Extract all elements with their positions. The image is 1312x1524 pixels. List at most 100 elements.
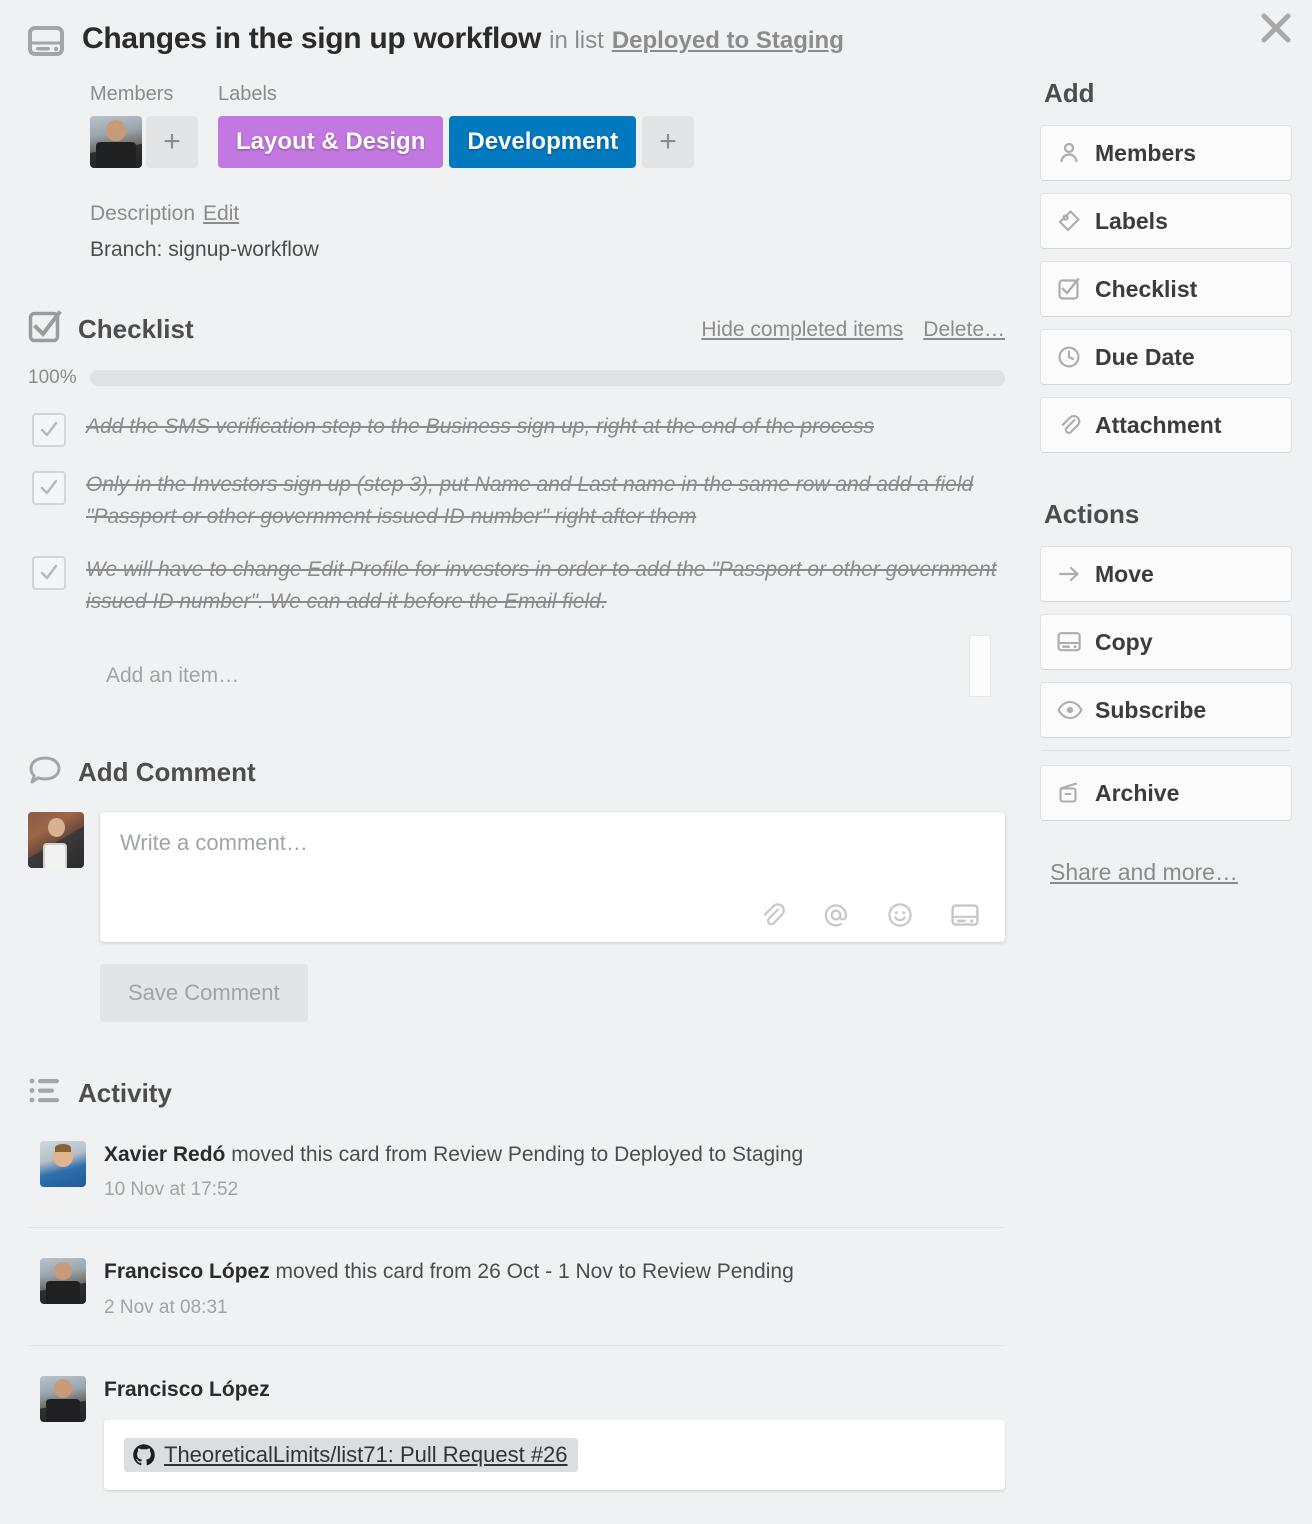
activity-entry-text: Francisco López moved this card from 26 …: [104, 1258, 1005, 1286]
card-meta-row: Members + Labels Layout & Design Develop…: [0, 61, 1030, 168]
label-chip[interactable]: Layout & Design: [218, 116, 443, 168]
github-pull-request-link[interactable]: TheoreticalLimits/list71: Pull Request #…: [164, 1442, 568, 1468]
activity-comment-box: TheoreticalLimits/list71: Pull Request #…: [104, 1420, 1005, 1490]
checklist-item-label[interactable]: Add the SMS verification step to the Bus…: [86, 411, 874, 447]
add-label-button[interactable]: +: [642, 116, 694, 168]
activity-entry-body: Francisco López moved this card from 26 …: [104, 1258, 1005, 1318]
activity-entry-body: Xavier Redó moved this card from Review …: [104, 1141, 1005, 1201]
save-comment-button[interactable]: Save Comment: [100, 964, 308, 1022]
checklist-item-label[interactable]: Only in the Investors sign up (step 3), …: [86, 469, 1005, 532]
add-comment-section: Add Comment Write a comment…: [0, 705, 1005, 1022]
avatar[interactable]: [40, 1141, 86, 1187]
card-sidebar: Add MembersLabelsChecklistDue DateAttach…: [1040, 78, 1292, 886]
avatar[interactable]: [40, 1376, 86, 1422]
attachment-icon: [1057, 413, 1087, 437]
sidebar-button-attachment[interactable]: Attachment: [1040, 397, 1292, 453]
members-title: Members: [90, 83, 198, 106]
emoji-icon[interactable]: [887, 902, 913, 928]
checklist-item: Only in the Investors sign up (step 3), …: [28, 469, 1005, 532]
sidebar-button-checklist[interactable]: Checklist: [1040, 261, 1292, 317]
activity-entry-body: Francisco López TheoreticalLimits/list71:…: [104, 1376, 1005, 1490]
sidebar-button-label: Attachment: [1095, 412, 1222, 439]
checklist-item: We will have to change Edit Profile for …: [28, 554, 1005, 617]
sidebar-button-label: Members: [1095, 140, 1196, 167]
comment-input-placeholder[interactable]: Write a comment…: [120, 830, 985, 856]
description-body[interactable]: Branch: signup-workflow: [90, 238, 1030, 262]
tag-icon: [1057, 209, 1087, 233]
checklist-item-label[interactable]: We will have to change Edit Profile for …: [86, 554, 1005, 617]
card-detail-window: Changes in the sign up workflow in list …: [0, 0, 1312, 1524]
checklist-item-checkbox[interactable]: [32, 556, 66, 590]
sidebar-button-label: Move: [1095, 561, 1154, 588]
checklist-item-checkbox[interactable]: [32, 413, 66, 447]
sidebar-button-label: Copy: [1095, 629, 1153, 656]
add-member-button[interactable]: +: [146, 116, 198, 168]
labels-block: Labels Layout & Design Development +: [218, 83, 694, 168]
sidebar-button-label: Labels: [1095, 208, 1168, 235]
sidebar-button-due-date[interactable]: Due Date: [1040, 329, 1292, 385]
progress-track: [90, 370, 1005, 386]
close-button[interactable]: [1254, 8, 1298, 52]
archive-icon: [1057, 781, 1087, 805]
in-list-label: in list: [549, 27, 604, 54]
attachment-icon[interactable]: [759, 902, 785, 928]
sidebar-button-subscribe[interactable]: Subscribe: [1040, 682, 1292, 738]
close-icon: [1259, 11, 1293, 50]
card-main-column: Changes in the sign up workflow in list …: [0, 0, 1030, 1516]
activity-author[interactable]: Francisco López: [104, 1378, 270, 1401]
sidebar-archive-group: Archive: [1040, 765, 1292, 821]
sidebar-button-copy[interactable]: Copy: [1040, 614, 1292, 670]
person-icon: [1057, 141, 1087, 165]
activity-timestamp: 10 Nov at 17:52: [104, 1179, 1005, 1201]
checklist-item-checkbox[interactable]: [32, 471, 66, 505]
activity-action-text: moved this card from Review Pending to D…: [225, 1143, 803, 1166]
sidebar-button-label: Subscribe: [1095, 697, 1206, 724]
checklist-item-list: Add the SMS verification step to the Bus…: [28, 411, 1005, 617]
github-link-chip[interactable]: TheoreticalLimits/list71: Pull Request #…: [124, 1438, 578, 1472]
activity-title: Activity: [78, 1078, 172, 1109]
description-edit-link[interactable]: Edit: [203, 202, 239, 225]
activity-entry-text: Xavier Redó moved this card from Review …: [104, 1141, 1005, 1169]
sidebar-button-move[interactable]: Move: [1040, 546, 1292, 602]
add-checklist-item-row[interactable]: Add an item…: [28, 647, 1005, 705]
avatar[interactable]: [40, 1258, 86, 1304]
mention-icon[interactable]: [823, 902, 849, 928]
checklist-item: Add the SMS verification step to the Bus…: [28, 411, 1005, 447]
list-name-link[interactable]: Deployed to Staging: [612, 27, 844, 54]
checklist-icon: [1057, 277, 1087, 301]
sidebar-actions-title: Actions: [1044, 499, 1292, 530]
activity-entry: Francisco López moved this card from 26 …: [28, 1228, 1005, 1345]
add-item-placeholder[interactable]: Add an item…: [28, 664, 239, 688]
activity-entry-text: Francisco López: [104, 1376, 1005, 1404]
avatar: [28, 812, 84, 868]
resize-handle[interactable]: [969, 635, 991, 697]
hide-completed-items-link[interactable]: Hide completed items: [701, 318, 903, 342]
sidebar-button-labels[interactable]: Labels: [1040, 193, 1292, 249]
card-title-text: Changes in the sign up workflow: [82, 22, 541, 55]
activity-entry: Francisco López TheoreticalLimits/list71:…: [28, 1346, 1005, 1516]
share-and-more-link[interactable]: Share and more…: [1050, 859, 1238, 886]
activity-author[interactable]: Francisco López: [104, 1260, 270, 1283]
github-icon: [132, 1443, 156, 1467]
card-icon: [28, 26, 64, 61]
avatar[interactable]: [90, 116, 142, 168]
activity-entry: Xavier Redó moved this card from Review …: [28, 1111, 1005, 1228]
eye-icon: [1057, 700, 1087, 720]
sidebar-button-label: Archive: [1095, 780, 1179, 807]
sidebar-button-archive[interactable]: Archive: [1040, 765, 1292, 821]
sidebar-actions-group: Move Copy Subscribe: [1040, 546, 1292, 738]
delete-checklist-link[interactable]: Delete…: [923, 318, 1005, 342]
checklist-section: Checklist Hide completed items Delete… 1…: [0, 262, 1005, 705]
checklist-icon: [28, 310, 62, 349]
sidebar-button-label: Checklist: [1095, 276, 1197, 303]
progress-percent-label: 100%: [28, 367, 90, 389]
checklist-progress: 100%: [28, 367, 1005, 389]
comment-input-box[interactable]: Write a comment…: [100, 812, 1005, 942]
activity-author[interactable]: Xavier Redó: [104, 1143, 225, 1166]
label-chip[interactable]: Development: [449, 116, 636, 168]
clock-icon: [1057, 345, 1087, 369]
labels-title: Labels: [218, 83, 694, 106]
card-icon[interactable]: [951, 903, 979, 927]
sidebar-add-group: Members Labels Checklist Due Date Attachment: [1040, 125, 1292, 453]
sidebar-button-members[interactable]: Members: [1040, 125, 1292, 181]
